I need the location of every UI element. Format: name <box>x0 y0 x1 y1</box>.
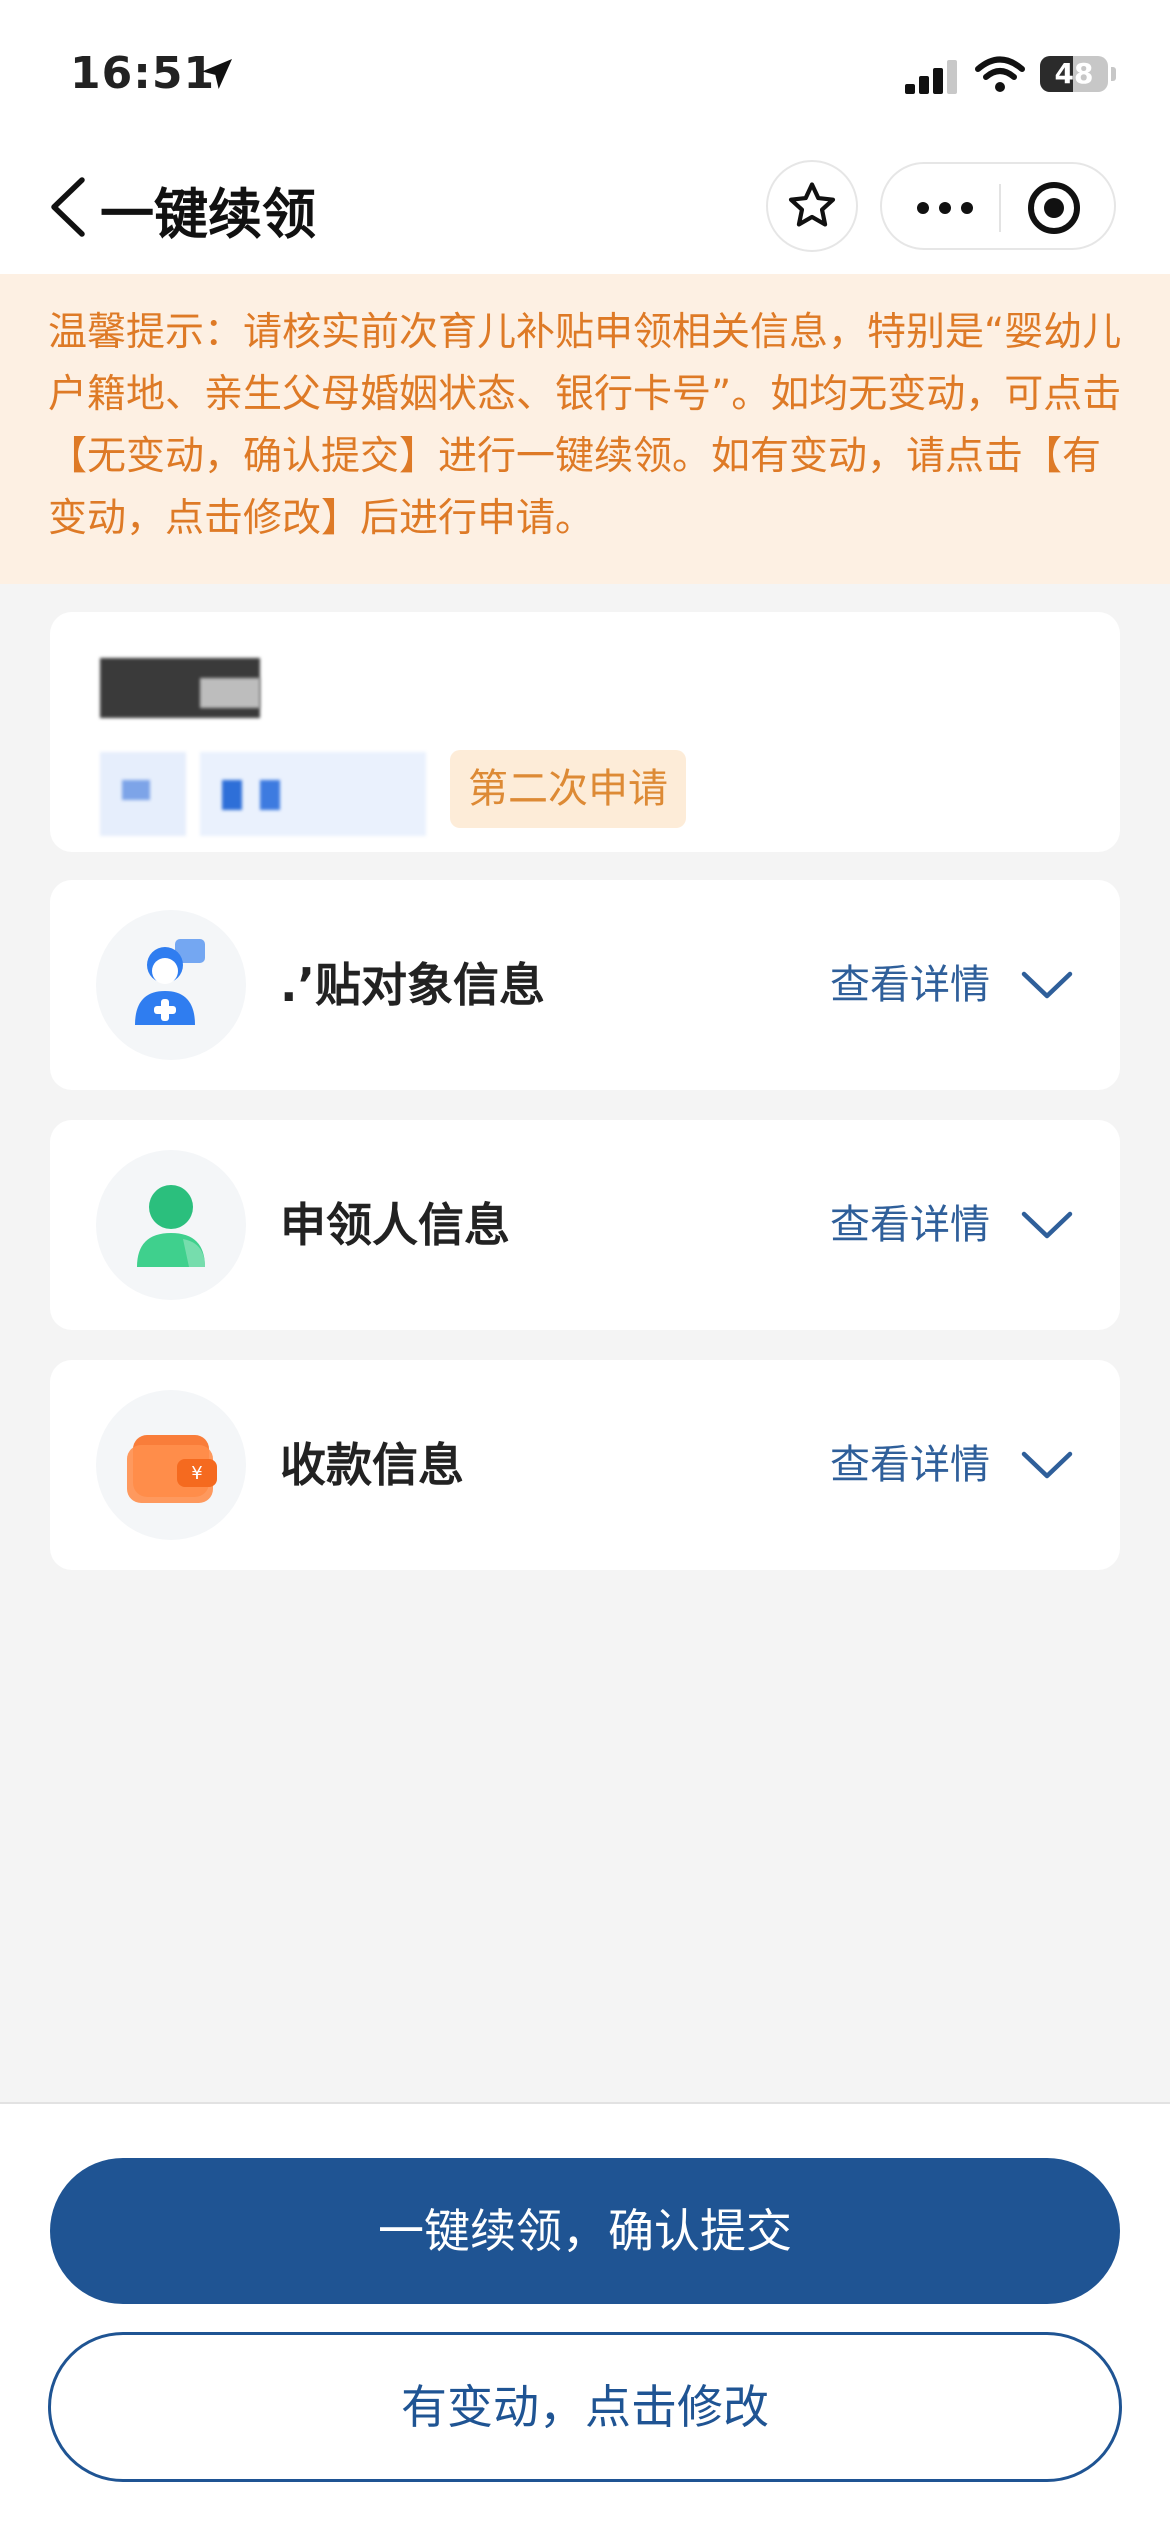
mini-program-capsule <box>880 162 1116 250</box>
status-bar: 16:51 48 <box>0 0 1170 140</box>
battery-level: 48 <box>1054 57 1094 90</box>
favorite-button[interactable] <box>766 160 858 252</box>
chevron-down-icon[interactable] <box>1020 1202 1074 1248</box>
view-details-link[interactable]: 查看详情 <box>830 1360 990 1570</box>
subsidy-subject-card[interactable]: .ʼ贴对象信息 查看详情 <box>50 880 1120 1090</box>
battery-icon: 48 <box>1040 56 1108 92</box>
page: 16:51 48 一键续领 温馨提示：请核实前次育儿补贴申领相关信息，特别是“婴… <box>0 0 1170 2532</box>
cellular-signal-icon <box>905 60 957 94</box>
redacted-name-part <box>200 678 260 708</box>
redacted-detail <box>260 780 280 810</box>
status-time: 16:51 <box>70 48 216 99</box>
view-details-link[interactable]: 查看详情 <box>830 1120 990 1330</box>
more-dots-icon[interactable] <box>916 194 974 222</box>
capsule-divider <box>999 184 1001 232</box>
applicant-info-card[interactable]: 申领人信息 查看详情 <box>50 1120 1120 1330</box>
wallet-icon: ¥ <box>96 1390 246 1540</box>
redacted-detail <box>122 780 150 800</box>
redacted-detail <box>222 780 242 810</box>
section-label: 申领人信息 <box>280 1198 510 1252</box>
svg-text:¥: ¥ <box>191 1463 202 1484</box>
star-icon <box>788 182 836 227</box>
nav-bar: 一键续领 <box>0 140 1170 274</box>
chevron-down-icon[interactable] <box>1020 1442 1074 1488</box>
application-count-badge: 第二次申请 <box>450 750 686 828</box>
wifi-icon <box>975 56 1025 92</box>
modify-button[interactable]: 有变动，点击修改 <box>48 2332 1122 2482</box>
confirm-submit-button[interactable]: 一键续领，确认提交 <box>50 2158 1120 2304</box>
target-icon[interactable] <box>1026 180 1082 236</box>
person-icon <box>96 1150 246 1300</box>
section-label: .ʼ贴对象信息 <box>280 958 545 1012</box>
payment-info-card[interactable]: ¥ 收款信息 查看详情 <box>50 1360 1120 1570</box>
section-label: 收款信息 <box>280 1438 464 1492</box>
bottom-action-bar: 一键续领，确认提交 有变动，点击修改 <box>0 2102 1170 2532</box>
view-details-link[interactable]: 查看详情 <box>830 880 990 1090</box>
battery-cap <box>1111 67 1116 81</box>
location-arrow-icon <box>202 59 232 89</box>
notice-banner: 温馨提示：请核实前次育儿补贴申领相关信息，特别是“婴幼儿户籍地、亲生父母婚姻状态… <box>0 274 1170 584</box>
applicant-card: 第二次申请 <box>50 612 1120 852</box>
chevron-down-icon[interactable] <box>1020 962 1074 1008</box>
child-avatar-icon <box>96 910 246 1060</box>
page-title: 一键续领 <box>100 183 316 246</box>
back-chevron-icon[interactable] <box>44 174 94 240</box>
